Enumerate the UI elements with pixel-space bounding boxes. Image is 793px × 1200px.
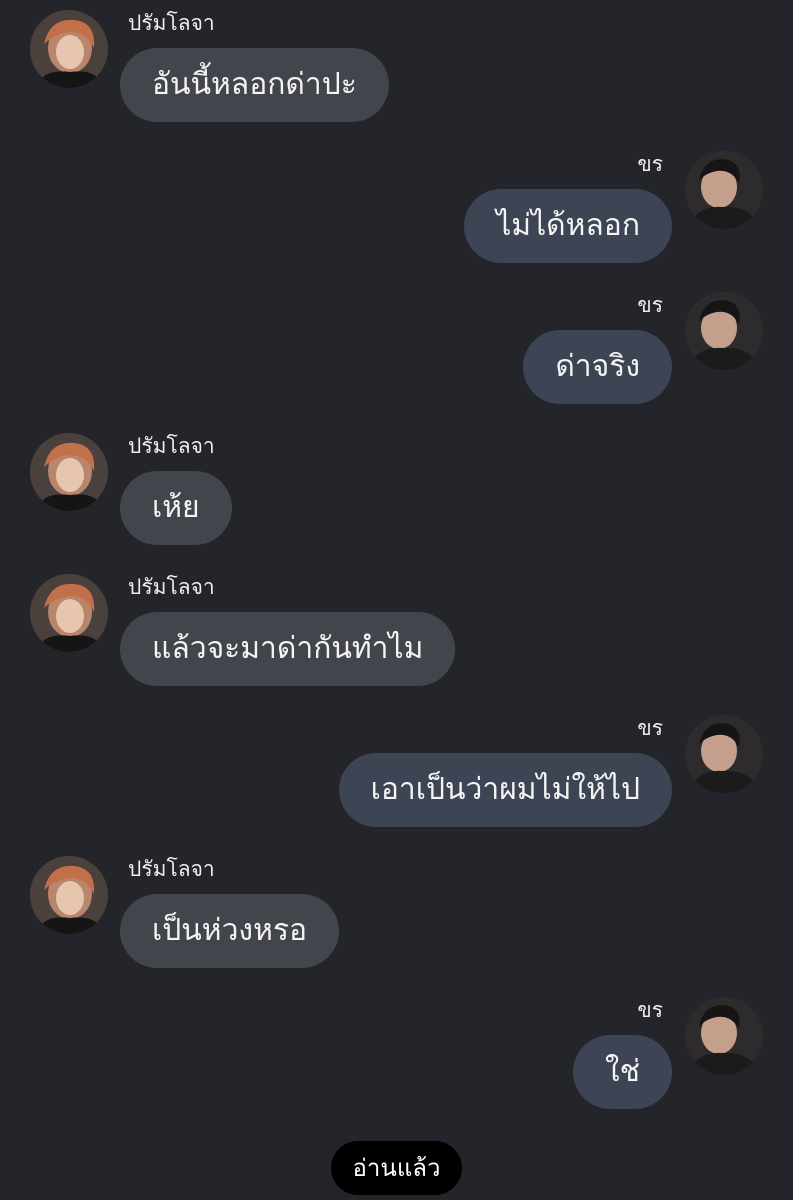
- avatar-ginger-hair-icon: [30, 10, 108, 88]
- message-bubble-outgoing[interactable]: ด่าจริง: [523, 330, 672, 404]
- message-bubble-outgoing[interactable]: ใช่: [572, 1035, 672, 1109]
- avatar[interactable]: [30, 574, 108, 652]
- read-status-badge: อ่านแล้ว: [331, 1141, 462, 1195]
- avatar-dark-hair-icon: [685, 715, 763, 793]
- avatar[interactable]: [30, 10, 108, 88]
- sender-name: ขร: [637, 716, 663, 740]
- sender-name: ขร: [637, 998, 663, 1022]
- sender-name: ขร: [637, 293, 663, 317]
- sender-name: ปรัมโลจา: [128, 11, 215, 35]
- avatar[interactable]: [30, 433, 108, 511]
- avatar[interactable]: [685, 151, 763, 229]
- sender-name: ปรัมโลจา: [128, 857, 215, 881]
- sender-name: ปรัมโลจา: [128, 575, 215, 599]
- avatar[interactable]: [685, 715, 763, 793]
- sender-name: ขร: [637, 152, 663, 176]
- avatar-dark-hair-icon: [685, 292, 763, 370]
- message-bubble-outgoing[interactable]: ไม่ได้หลอก: [464, 189, 672, 263]
- message-bubble-outgoing[interactable]: เอาเป็นว่าผมไม่ให้ไป: [338, 753, 672, 827]
- avatar[interactable]: [30, 856, 108, 934]
- avatar[interactable]: [685, 292, 763, 370]
- message-bubble-incoming[interactable]: เป็นห่วงหรอ: [120, 894, 339, 968]
- message-bubble-incoming[interactable]: เห้ย: [120, 471, 232, 545]
- sender-name: ปรัมโลจา: [128, 434, 215, 458]
- avatar-ginger-hair-icon: [30, 574, 108, 652]
- message-bubble-incoming[interactable]: แล้วจะมาด่ากันทำไม: [120, 612, 456, 686]
- avatar[interactable]: [685, 997, 763, 1075]
- avatar-ginger-hair-icon: [30, 856, 108, 934]
- avatar-dark-hair-icon: [685, 997, 763, 1075]
- message-bubble-incoming[interactable]: อันนี้หลอกด่าปะ: [120, 48, 389, 122]
- avatar-ginger-hair-icon: [30, 433, 108, 511]
- avatar-dark-hair-icon: [685, 151, 763, 229]
